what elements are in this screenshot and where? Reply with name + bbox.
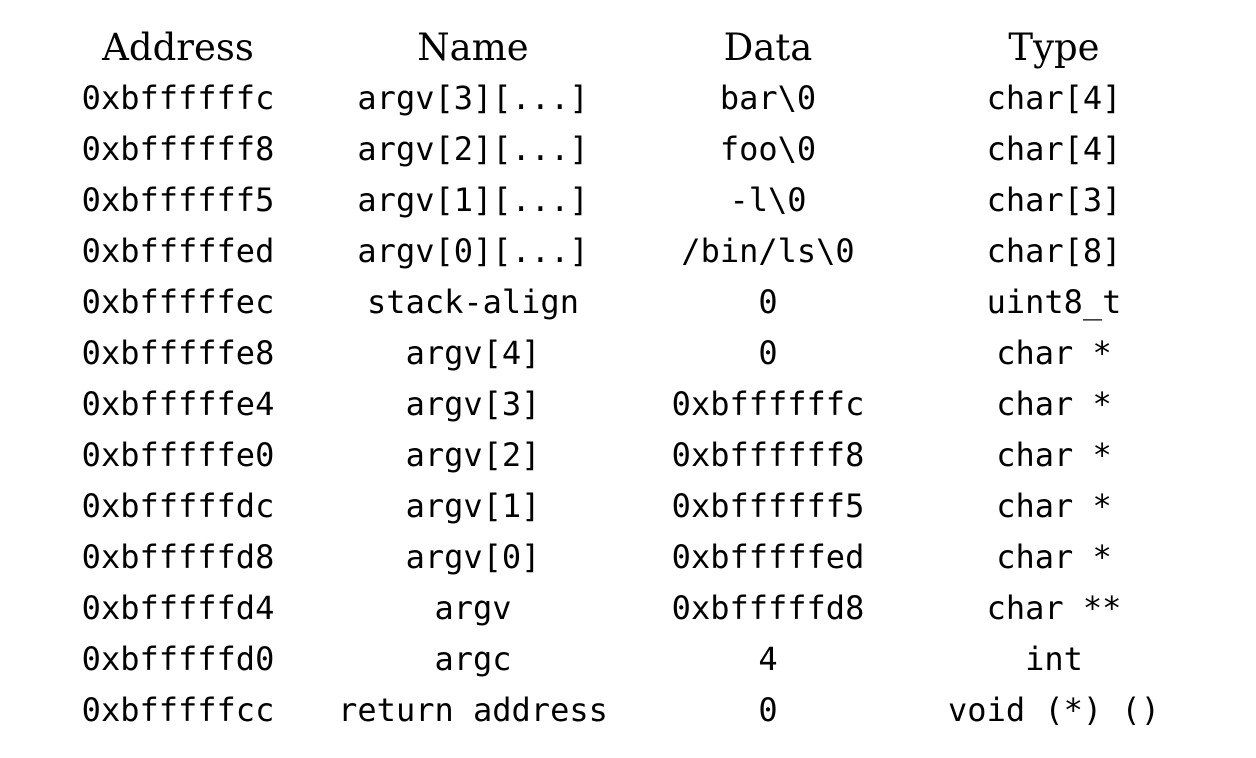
- stack-layout-table: Address Name Data Type 0xbffffffc argv[3…: [58, 22, 1220, 736]
- data-cell: 4: [758, 640, 778, 678]
- address-column-header: Address: [102, 26, 254, 69]
- table-row: 0xbfffffd4 argv 0xbfffffd8 char **: [58, 583, 1220, 634]
- table-row: 0xbfffffe8 argv[4] 0 char *: [58, 328, 1220, 379]
- table-row: 0xbffffff5 argv[1][...] -l\0 char[3]: [58, 175, 1220, 226]
- table-row: 0xbfffffe4 argv[3] 0xbffffffc char *: [58, 379, 1220, 430]
- table-row: 0xbfffffec stack-align 0 uint8_t: [58, 277, 1220, 328]
- address-cell: 0xbffffffc: [81, 79, 275, 117]
- table-row: 0xbfffffcc return address 0 void (*) (): [58, 685, 1220, 736]
- address-cell: 0xbfffffed: [81, 232, 275, 270]
- data-cell: 0xbffffff8: [671, 436, 865, 474]
- type-column-header: Type: [1008, 26, 1100, 69]
- name-cell: argv: [434, 589, 512, 627]
- name-cell: argv[3][...]: [357, 79, 589, 117]
- table-row: 0xbfffffdc argv[1] 0xbffffff5 char *: [58, 481, 1220, 532]
- type-cell: char *: [996, 334, 1112, 372]
- type-cell: char *: [996, 436, 1112, 474]
- address-cell: 0xbfffffd4: [81, 589, 275, 627]
- table-row: 0xbffffff8 argv[2][...] foo\0 char[4]: [58, 124, 1220, 175]
- name-cell: stack-align: [367, 283, 579, 321]
- table-row: 0xbffffffc argv[3][...] bar\0 char[4]: [58, 73, 1220, 124]
- type-cell: char[4]: [986, 79, 1122, 117]
- data-cell: /bin/ls\0: [681, 232, 855, 270]
- name-column-header: Name: [417, 26, 529, 69]
- data-cell: foo\0: [719, 130, 817, 168]
- address-cell: 0xbffffff5: [81, 181, 275, 219]
- name-cell: argv[1]: [405, 487, 541, 525]
- type-cell: uint8_t: [986, 283, 1122, 321]
- name-cell: argv[2]: [405, 436, 541, 474]
- type-cell: char[8]: [986, 232, 1122, 270]
- data-cell: 0xbfffffd8: [671, 589, 865, 627]
- data-cell: 0xbffffffc: [671, 385, 865, 423]
- table-row: 0xbfffffed argv[0][...] /bin/ls\0 char[8…: [58, 226, 1220, 277]
- data-column-header: Data: [723, 26, 813, 69]
- name-cell: argv[3]: [405, 385, 541, 423]
- name-cell: argv[4]: [405, 334, 541, 372]
- name-cell: return address: [338, 691, 608, 729]
- address-cell: 0xbfffffe8: [81, 334, 275, 372]
- name-cell: argv[0][...]: [357, 232, 589, 270]
- name-cell: argv[2][...]: [357, 130, 589, 168]
- type-cell: void (*) (): [948, 691, 1160, 729]
- type-cell: int: [1025, 640, 1083, 678]
- table-row: 0xbfffffe0 argv[2] 0xbffffff8 char *: [58, 430, 1220, 481]
- address-cell: 0xbfffffe0: [81, 436, 275, 474]
- data-cell: 0: [758, 334, 778, 372]
- table-row: 0xbfffffd0 argc 4 int: [58, 634, 1220, 685]
- data-cell: -l\0: [729, 181, 807, 219]
- address-cell: 0xbffffff8: [81, 130, 275, 168]
- address-cell: 0xbfffffe4: [81, 385, 275, 423]
- type-cell: char *: [996, 487, 1112, 525]
- table-header-row: Address Name Data Type: [58, 22, 1220, 73]
- type-cell: char[4]: [986, 130, 1122, 168]
- name-cell: argc: [434, 640, 512, 678]
- address-cell: 0xbfffffec: [81, 283, 275, 321]
- address-cell: 0xbfffffd8: [81, 538, 275, 576]
- type-cell: char[3]: [986, 181, 1122, 219]
- data-cell: bar\0: [719, 79, 817, 117]
- address-cell: 0xbfffffcc: [81, 691, 275, 729]
- address-cell: 0xbfffffd0: [81, 640, 275, 678]
- table-row: 0xbfffffd8 argv[0] 0xbfffffed char *: [58, 532, 1220, 583]
- data-cell: 0xbffffff5: [671, 487, 865, 525]
- type-cell: char *: [996, 538, 1112, 576]
- name-cell: argv[1][...]: [357, 181, 589, 219]
- type-cell: char *: [996, 385, 1112, 423]
- data-cell: 0: [758, 283, 778, 321]
- address-cell: 0xbfffffdc: [81, 487, 275, 525]
- data-cell: 0xbfffffed: [671, 538, 865, 576]
- data-cell: 0: [758, 691, 778, 729]
- type-cell: char **: [986, 589, 1122, 627]
- name-cell: argv[0]: [405, 538, 541, 576]
